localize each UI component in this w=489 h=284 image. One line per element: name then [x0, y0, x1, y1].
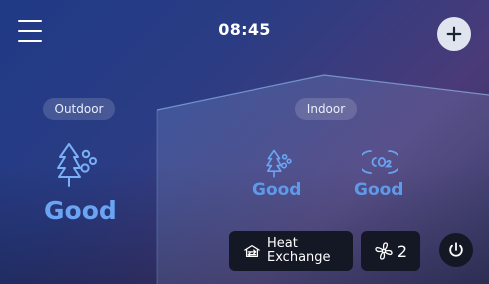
fan-speed-button[interactable]: 2 — [361, 231, 420, 271]
fan-level: 2 — [396, 241, 408, 261]
power-icon — [449, 242, 463, 257]
indoor-tree-air-icon — [266, 149, 292, 178]
mode-label-line2: Exchange — [267, 250, 331, 265]
co2-icon — [362, 150, 398, 174]
outdoor-status: Good — [44, 196, 117, 225]
air-purifier-dashboard: 08:45 Outdoor Indoor Good Good Good Heat… — [0, 0, 489, 284]
mode-label-line1: Heat — [267, 236, 298, 251]
indoor-label: Indoor — [295, 98, 357, 120]
mode-label: Heat Exchange — [267, 237, 331, 265]
heat-exchange-icon — [244, 244, 260, 258]
indoor-air-status: Good — [252, 180, 302, 200]
fan-icon — [375, 242, 393, 260]
heat-exchange-mode-button[interactable]: Heat Exchange — [229, 231, 353, 271]
outdoor-tree-air-icon — [57, 143, 97, 187]
power-button[interactable] — [439, 233, 473, 267]
indoor-co2-status: Good — [354, 180, 404, 200]
